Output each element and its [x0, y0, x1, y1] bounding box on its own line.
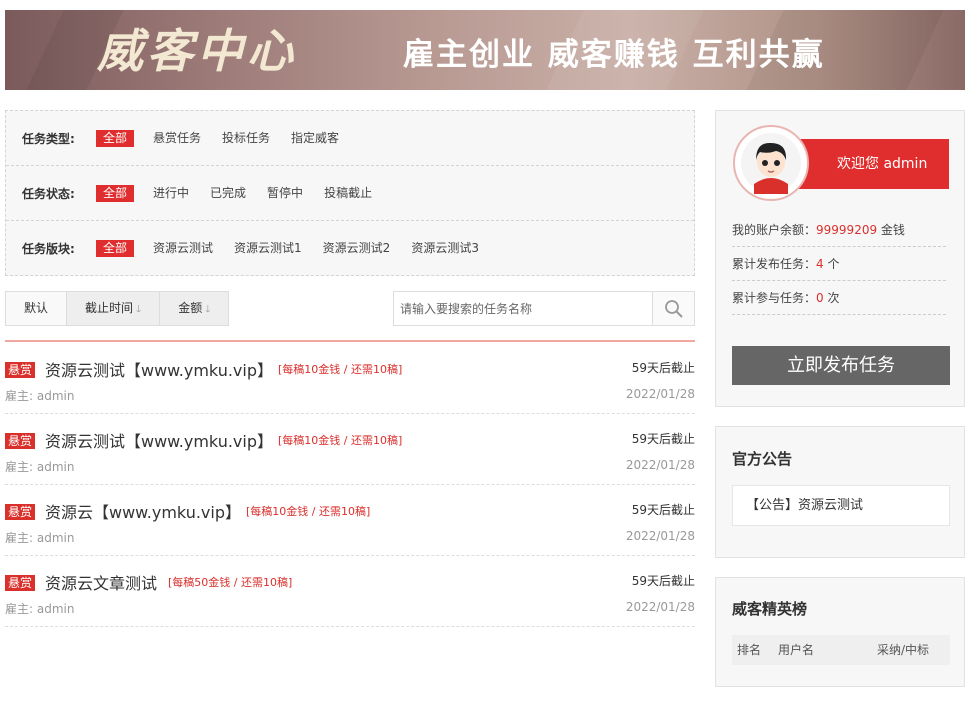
task-item: 悬赏 资源云【www.ymku.vip】 [每稿10金钱 / 还需10稿] 59…: [5, 485, 695, 556]
notice-item-link[interactable]: 【公告】资源云测试: [732, 485, 950, 526]
task-title-link[interactable]: 资源云文章测试: [45, 570, 157, 594]
filter-row-type: 任务类型: 全部 悬赏任务 投标任务 指定威客: [6, 111, 694, 166]
task-owner: 雇主: admin: [5, 602, 75, 616]
banner-slogan: 雇主创业 威客赚钱 互利共赢: [403, 37, 825, 73]
task-date: 2022/01/28: [625, 529, 695, 543]
sort-bar: 默认 截止时间 🡓 金额 🡓: [5, 291, 230, 326]
task-filter-panel: 任务类型: 全部 悬赏任务 投标任务 指定威客 任务状态: 全部 进行中 已完成…: [5, 110, 695, 276]
reward-badge: 悬赏: [5, 504, 36, 520]
task-owner: 雇主: admin: [5, 389, 75, 403]
filter-option[interactable]: 投稿截止: [322, 185, 374, 202]
user-avatar-icon: [741, 133, 801, 194]
stat-balance: 我的账户余额：99999209 金钱: [732, 213, 946, 247]
task-item: 悬赏 资源云文章测试 [每稿50金钱 / 还需10稿] 59天后截止 雇主: a…: [5, 556, 695, 627]
stat-value: 0: [816, 291, 824, 305]
stat-unit: 金钱: [880, 223, 905, 237]
ranking-header: 排名 用户名 采纳/中标: [732, 635, 950, 665]
stat-unit: 次: [827, 291, 840, 305]
task-deadline: 59天后截止: [631, 432, 695, 446]
filter-option[interactable]: 资源云测试2: [321, 240, 393, 257]
search-icon: [664, 299, 683, 318]
reward-badge: 悬赏: [5, 362, 36, 378]
task-date: 2022/01/28: [625, 458, 695, 472]
filter-option[interactable]: 悬赏任务: [151, 130, 203, 147]
filter-option[interactable]: 资源云测试3: [409, 240, 481, 257]
task-title-link[interactable]: 资源云【www.ymku.vip】: [45, 499, 241, 523]
filter-option[interactable]: 资源云测试: [151, 240, 215, 257]
filter-option-all[interactable]: 全部: [96, 184, 135, 202]
filter-label: 任务类型:: [22, 131, 75, 146]
stat-label: 我的账户余额：: [732, 223, 817, 237]
task-owner: 雇主: admin: [5, 531, 75, 545]
ranking-title: 威客精英榜: [732, 600, 808, 618]
stat-label: 累计发布任务：: [732, 257, 817, 271]
filter-option[interactable]: 进行中: [151, 185, 191, 202]
task-price: [每稿50金钱 / 还需10稿]: [168, 576, 293, 589]
filter-option-all[interactable]: 全部: [96, 240, 135, 257]
task-deadline: 59天后截止: [631, 574, 695, 588]
task-price: [每稿10金钱 / 还需10稿]: [278, 363, 403, 376]
filter-label: 任务状态:: [22, 186, 75, 201]
filter-option[interactable]: 投标任务: [220, 130, 272, 147]
divider: [5, 340, 695, 342]
task-deadline: 59天后截止: [631, 361, 695, 375]
search-input[interactable]: [394, 292, 652, 325]
arrow-down-icon: 🡓: [136, 304, 142, 315]
sort-label: 默认: [24, 301, 49, 315]
sort-label: 截止时间: [85, 301, 134, 315]
stat-joined: 累计参与任务：0 次: [732, 281, 946, 315]
stat-label: 累计参与任务：: [732, 291, 817, 305]
reward-badge: 悬赏: [5, 575, 36, 591]
task-item: 悬赏 资源云测试【www.ymku.vip】 [每稿10金钱 / 还需10稿] …: [5, 343, 695, 414]
stat-value: 4: [816, 257, 824, 271]
sort-deadline-button[interactable]: 截止时间 🡓: [67, 292, 161, 325]
arrow-down-icon: 🡓: [205, 304, 211, 315]
welcome-banner: 欢迎您 admin: [786, 139, 949, 189]
notice-panel: 官方公告 【公告】资源云测试: [715, 426, 965, 558]
task-title-link[interactable]: 资源云测试【www.ymku.vip】: [45, 357, 273, 381]
col-rank: 排名: [737, 643, 762, 657]
sort-amount-button[interactable]: 金额 🡓: [160, 292, 229, 325]
task-date: 2022/01/28: [625, 387, 695, 401]
filter-option-all[interactable]: 全部: [96, 129, 135, 147]
task-price: [每稿10金钱 / 还需10稿]: [246, 505, 371, 518]
filter-label: 任务版块:: [22, 242, 75, 256]
banner-title: 威客中心: [97, 24, 297, 78]
banner: 威客中心 雇主创业 威客赚钱 互利共赢: [5, 10, 965, 90]
filter-option[interactable]: 暂停中: [265, 185, 305, 202]
sort-label: 金额: [178, 301, 203, 315]
stat-value: 99999209: [816, 223, 878, 237]
filter-option[interactable]: 已完成: [208, 185, 248, 202]
notice-title: 官方公告: [732, 450, 793, 468]
task-date: 2022/01/28: [625, 600, 695, 614]
task-item: 悬赏 资源云测试【www.ymku.vip】 [每稿10金钱 / 还需10稿] …: [5, 414, 695, 485]
stat-unit: 个: [827, 257, 840, 271]
filter-option[interactable]: 指定威客: [289, 130, 341, 147]
filter-option[interactable]: 资源云测试1: [232, 240, 304, 257]
stat-published: 累计发布任务：4 个: [732, 247, 946, 281]
search-button[interactable]: [652, 292, 694, 325]
task-price: [每稿10金钱 / 还需10稿]: [278, 434, 403, 447]
col-adopt: 采纳/中标: [877, 643, 930, 657]
filter-row-section: 任务版块: 全部 资源云测试 资源云测试1 资源云测试2 资源云测试3: [6, 221, 694, 276]
task-title-link[interactable]: 资源云测试【www.ymku.vip】: [45, 428, 273, 452]
task-owner: 雇主: admin: [5, 460, 75, 474]
filter-row-status: 任务状态: 全部 进行中 已完成 暂停中 投稿截止: [6, 166, 694, 221]
reward-badge: 悬赏: [5, 433, 36, 449]
avatar[interactable]: [733, 125, 809, 201]
task-search: [393, 291, 695, 326]
user-panel: 欢迎您 admin 我的账户余额：99999209 金钱 累计发布任务：4 个 …: [715, 110, 965, 407]
col-username: 用户名: [778, 643, 815, 657]
sort-default-button[interactable]: 默认: [6, 292, 68, 325]
publish-task-button[interactable]: 立即发布任务: [732, 346, 950, 385]
task-deadline: 59天后截止: [631, 503, 695, 517]
ranking-panel: 威客精英榜 排名 用户名 采纳/中标: [715, 577, 965, 687]
